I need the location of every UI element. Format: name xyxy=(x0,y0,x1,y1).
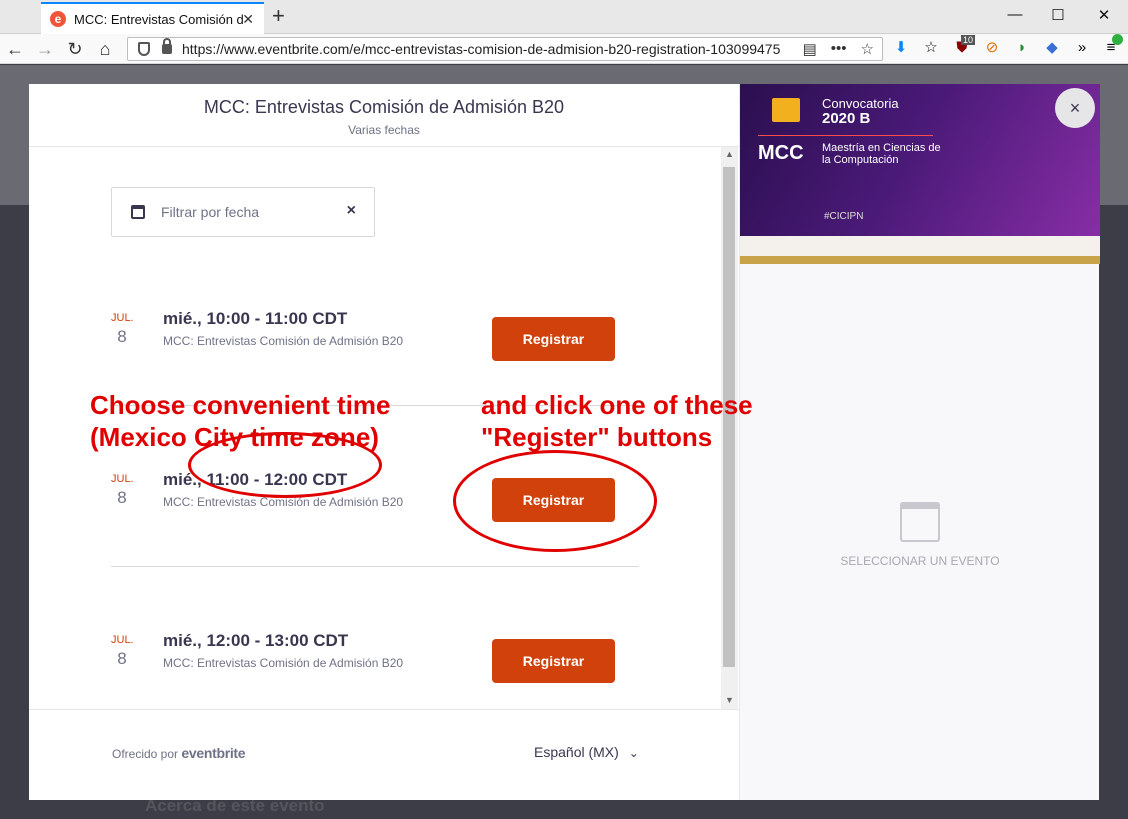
event-time: mié., 10:00 - 11:00 CDT xyxy=(163,309,348,328)
highlight-ellipse-button xyxy=(453,450,657,552)
download-icon[interactable]: ⬇ xyxy=(892,39,910,57)
eventbrite-favicon-icon: e xyxy=(50,11,66,27)
address-bar[interactable]: https://www.eventbrite.com/e/mcc-entrevi… xyxy=(127,37,883,61)
graduation-icon[interactable]: ◆ xyxy=(1043,39,1061,57)
event-day: 8 xyxy=(117,488,127,507)
banner-year: 2020 B xyxy=(822,110,871,127)
forward-icon[interactable]: → xyxy=(34,38,56,60)
url-actions: ▤ ••• ☆ xyxy=(803,40,874,58)
overflow-icon[interactable]: » xyxy=(1073,39,1091,57)
window-close-icon[interactable]: ✕ xyxy=(1094,6,1114,24)
event-name: MCC: Entrevistas Comisión de Admisión B2… xyxy=(163,656,404,670)
modal-title: MCC: Entrevistas Comisión de Admisión B2… xyxy=(203,97,565,117)
url-text[interactable]: https://www.eventbrite.com/e/mcc-entrevi… xyxy=(182,41,782,57)
scroll-down-icon[interactable]: ▼ xyxy=(725,695,734,705)
browser-tab[interactable]: e MCC: Entrevistas Comisión de ✕ xyxy=(41,2,264,34)
event-divider xyxy=(111,566,639,567)
annotation-click-register: and click one of these "Register" button… xyxy=(481,390,753,452)
reload-icon[interactable]: ↻ xyxy=(64,38,86,60)
event-banner-image: Convocatoria 2020 B MCC Maestría en Cien… xyxy=(740,84,1100,264)
home-icon[interactable]: ⌂ xyxy=(94,38,116,60)
modal-header: MCC: Entrevistas Comisión de Admisión B2… xyxy=(29,84,739,147)
clear-filter-icon[interactable]: × xyxy=(347,202,356,220)
star-icon[interactable]: ☆ xyxy=(861,40,874,58)
tab-close-icon[interactable]: ✕ xyxy=(242,11,254,28)
calendar-icon xyxy=(900,502,940,542)
event-time: mié., 12:00 - 13:00 CDT xyxy=(163,631,349,650)
cic-logo-icon xyxy=(772,98,800,122)
reader-icon[interactable]: ▤ xyxy=(803,40,817,58)
extension-icon[interactable]: ◗ xyxy=(1013,39,1031,57)
banner-mcc: MCC xyxy=(758,142,804,164)
language-label: Español (MX) xyxy=(534,744,619,760)
empty-state-text: SELECCIONAR UN EVENTO xyxy=(840,554,1000,568)
maximize-icon[interactable]: ☐ xyxy=(1048,6,1068,24)
close-modal-button[interactable]: × xyxy=(1055,88,1095,128)
banner-sponsor-strip xyxy=(740,236,1100,256)
navigation-bar: ← → ↻ ⌂ https://www.eventbrite.com/e/mcc… xyxy=(0,34,1128,64)
event-date: JUL. 8 xyxy=(111,473,134,508)
event-row: JUL. 8 mié., 12:00 - 13:00 CDT MCC: Entr… xyxy=(111,631,639,709)
tab-title: MCC: Entrevistas Comisión de xyxy=(74,11,244,27)
chevron-down-icon: ⌄ xyxy=(628,746,639,760)
powered-by-prefix: Ofrecido por xyxy=(112,747,179,761)
lock-icon[interactable] xyxy=(162,38,172,54)
calendar-icon xyxy=(131,205,145,219)
shield-icon[interactable] xyxy=(138,42,150,56)
scroll-up-icon[interactable]: ▲ xyxy=(725,149,734,159)
modal-footer: Ofrecido por eventbrite Español (MX) ⌄ xyxy=(29,709,739,800)
banner-degree: Maestría en Ciencias de la Computación xyxy=(822,142,941,166)
event-day: 8 xyxy=(117,649,127,668)
register-button[interactable]: Registrar xyxy=(492,317,615,361)
update-icon xyxy=(1112,34,1123,45)
powered-by: Ofrecido por eventbrite xyxy=(112,745,246,761)
event-date: JUL. 8 xyxy=(111,634,134,669)
register-button[interactable]: Registrar xyxy=(492,639,615,683)
banner-hashtag: #CICIPN xyxy=(824,211,864,222)
new-tab-icon[interactable]: + xyxy=(272,5,285,27)
event-month: JUL. xyxy=(111,634,134,646)
back-icon[interactable]: ← xyxy=(4,38,26,60)
event-detail-panel: Convocatoria 2020 B MCC Maestría en Cien… xyxy=(739,84,1100,800)
eventbrite-logo[interactable]: eventbrite xyxy=(181,745,245,761)
banner-divider xyxy=(758,135,933,136)
banner-convocatoria: Convocatoria xyxy=(822,96,899,111)
event-month: JUL. xyxy=(111,312,134,324)
date-filter[interactable]: Filtrar por fecha × xyxy=(111,187,375,237)
modal-subtitle: Varias fechas xyxy=(348,123,420,137)
title-bar: e MCC: Entrevistas Comisión de ✕ + — ☐ ✕ xyxy=(0,0,1128,34)
minimize-icon[interactable]: — xyxy=(1005,6,1025,23)
more-icon[interactable]: ••• xyxy=(831,40,847,58)
bookmark-star-icon[interactable]: ☆ xyxy=(922,39,940,57)
language-selector[interactable]: Español (MX) ⌄ xyxy=(534,744,639,760)
blocker-icon[interactable]: ⊘ xyxy=(983,39,1001,57)
highlight-ellipse-time xyxy=(188,432,382,498)
date-filter-placeholder: Filtrar por fecha xyxy=(161,204,260,220)
extension-badge: 10 xyxy=(961,35,976,45)
event-name: MCC: Entrevistas Comisión de Admisión B2… xyxy=(163,334,404,348)
banner-gold-bar xyxy=(740,256,1100,264)
event-month: JUL. xyxy=(111,473,134,485)
event-day: 8 xyxy=(117,327,127,346)
event-date: JUL. 8 xyxy=(111,312,134,347)
